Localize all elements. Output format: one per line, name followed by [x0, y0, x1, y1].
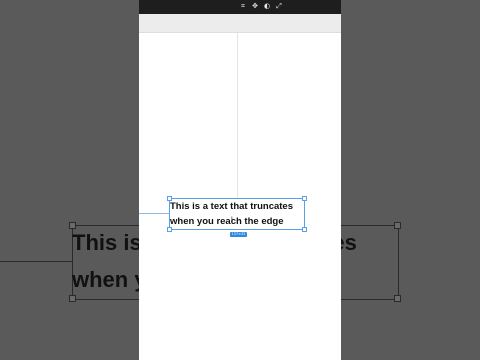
- video-frame: This is a text that truncates when you r…: [0, 0, 480, 360]
- frame-icon[interactable]: ⌗: [239, 2, 247, 10]
- text-layer[interactable]: This is a text that truncates when you r…: [170, 199, 306, 229]
- resize-icon[interactable]: ⤢: [275, 2, 283, 10]
- text-cursor-icon: I: [231, 216, 233, 223]
- editor-screen: ⌗ ✥ ◐ ⤢ This is a text that truncates wh…: [139, 0, 341, 360]
- resize-handle-bottom-left[interactable]: [167, 227, 172, 232]
- resize-handle-top-right[interactable]: [302, 196, 307, 201]
- vertical-guide: [237, 33, 238, 198]
- resize-handle-top-left[interactable]: [167, 196, 172, 201]
- dimension-badge: 137×32: [230, 232, 247, 237]
- zoomed-guide-line: [0, 261, 72, 262]
- resize-handle-bottom-right[interactable]: [302, 227, 307, 232]
- secondary-toolbar: [139, 14, 341, 33]
- contrast-icon[interactable]: ◐: [263, 2, 271, 10]
- horizontal-guide: [139, 213, 169, 214]
- move-icon[interactable]: ✥: [251, 2, 259, 10]
- top-toolbar: ⌗ ✥ ◐ ⤢: [139, 0, 341, 14]
